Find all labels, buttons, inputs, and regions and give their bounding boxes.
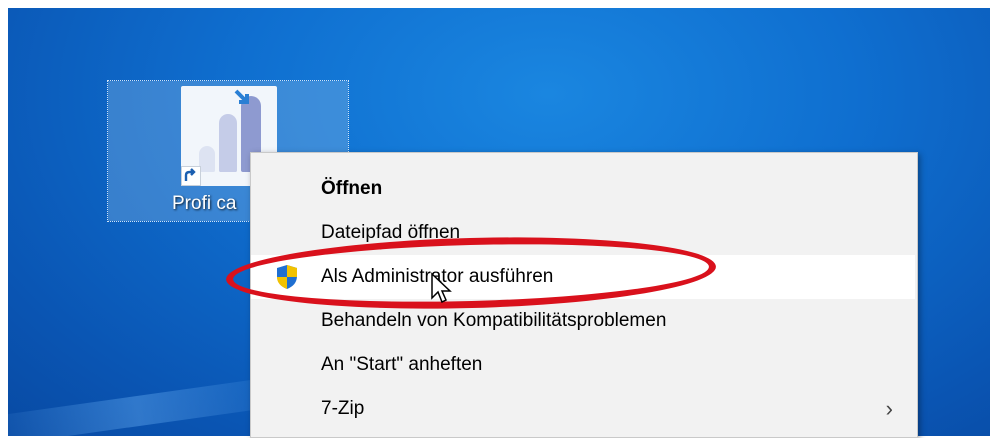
desktop-icon-label: Profi ca bbox=[172, 193, 237, 214]
menu-item-label: An "Start" anheften bbox=[321, 354, 483, 375]
menu-item-oeffnen[interactable]: Öffnen bbox=[251, 167, 915, 211]
menu-item-label: Öffnen bbox=[321, 178, 383, 199]
mouse-cursor-icon bbox=[431, 272, 452, 304]
menu-item-7-zip[interactable]: 7-Zip › bbox=[251, 387, 915, 431]
chart-bar-small bbox=[199, 146, 215, 172]
menu-item-an-start-anheften[interactable]: An "Start" anheften bbox=[251, 343, 915, 387]
menu-item-label: 7-Zip bbox=[321, 398, 365, 419]
shortcut-arrow-icon bbox=[181, 166, 201, 186]
chevron-right-icon: › bbox=[885, 396, 893, 421]
download-arrow-icon bbox=[234, 89, 249, 104]
chart-bar-medium bbox=[219, 114, 237, 172]
